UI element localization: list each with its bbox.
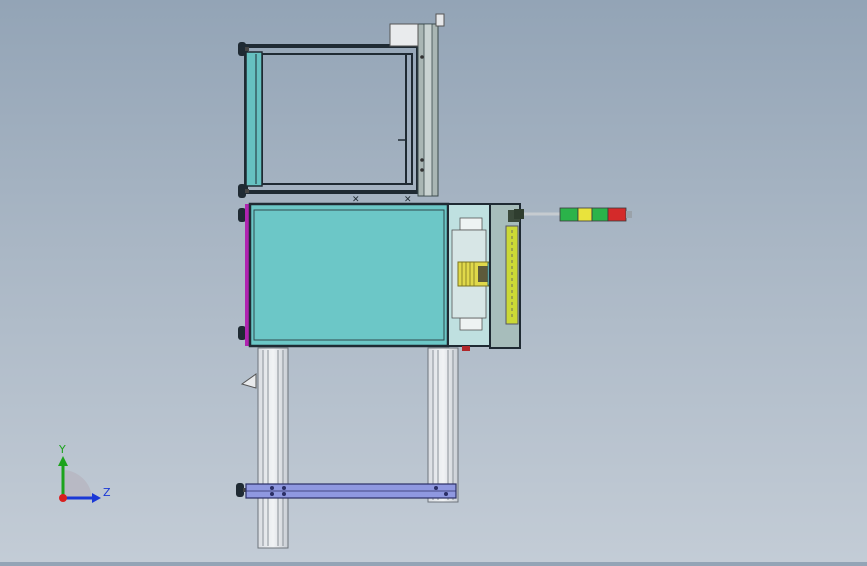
signal-light-yellow [577,207,593,222]
upper-frame-left-post [245,51,263,187]
signal-light-green-2 [591,207,609,222]
signal-light-green [559,207,579,222]
signal-light-red [607,207,627,222]
triad-arc [63,470,92,498]
cad-drawing: ✕ ✕ [58,13,632,549]
y-axis-arrow [58,456,68,466]
y-axis-label: Y [59,443,66,456]
main-cabinet [245,202,521,351]
foot-knob [236,483,247,497]
z-axis-label: Z [103,486,111,499]
upper-frame-outer [244,44,420,194]
upper-frame-inner [261,53,413,185]
upper-motor-box [389,23,419,47]
bottom-cross-rail [245,483,457,499]
cabinet-body [248,202,450,348]
leg-bracket [240,373,257,389]
cad-viewport[interactable]: ✕ ✕ Y Z [0,0,867,562]
cabinet-legs [240,347,459,549]
signal-tower [514,207,632,222]
axis-triad [58,456,101,503]
z-axis-arrow [92,493,101,503]
upper-top-cap [435,13,445,27]
upper-frame: ✕ ✕ [244,13,445,205]
x-axis-origin [59,494,67,502]
